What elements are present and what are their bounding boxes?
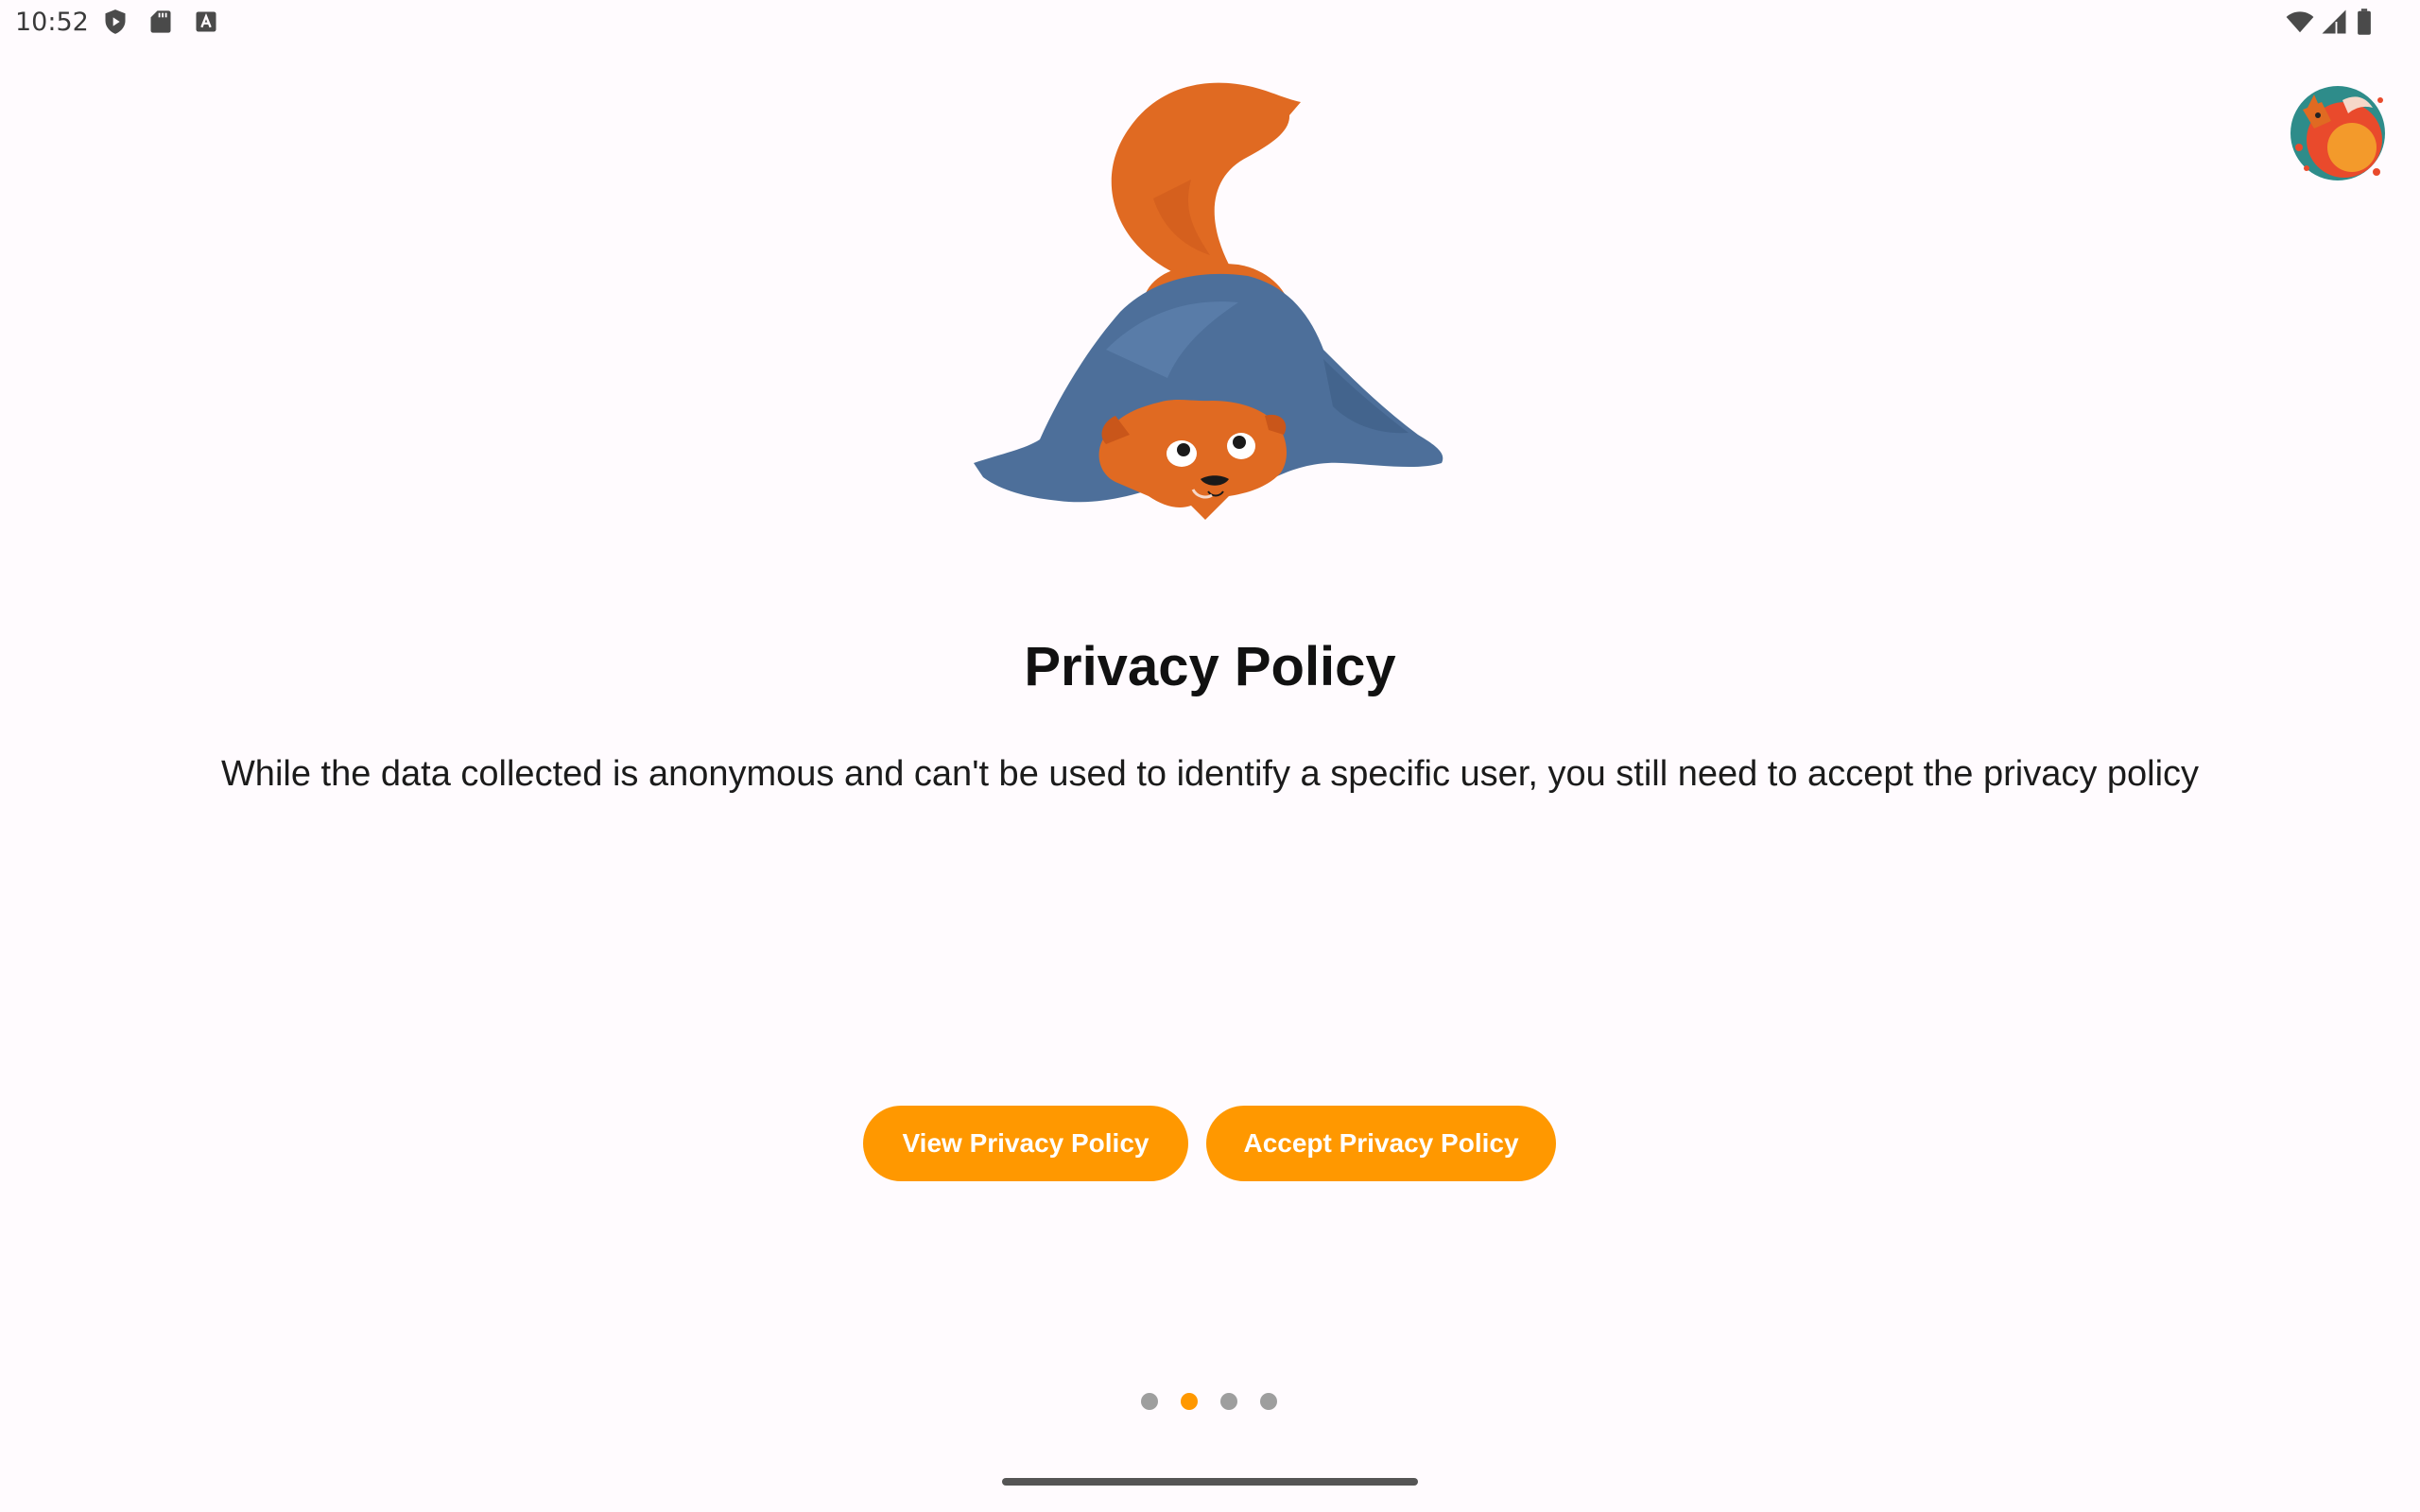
page-dot-4[interactable] [1260,1393,1277,1410]
privacy-description: While the data collected is anonymous an… [220,754,2200,794]
page-dot-1[interactable] [1141,1393,1158,1410]
status-time: 10:52 [15,8,89,37]
accept-privacy-policy-button[interactable]: Accept Privacy Policy [1206,1106,1556,1181]
cell-signal-icon [2320,8,2348,36]
fox-avatar-icon[interactable] [2286,81,2390,185]
wifi-icon [2284,8,2316,36]
view-privacy-policy-button[interactable]: View Privacy Policy [863,1106,1188,1181]
play-protect-icon [102,8,129,36]
page-dot-3[interactable] [1220,1393,1237,1410]
status-bar: 10:52 [0,0,2420,47]
gesture-nav-handle[interactable] [1002,1478,1418,1486]
fox-under-blanket-illustration [964,76,1465,567]
page-title: Privacy Policy [1024,636,1396,697]
page-indicator [0,1393,2420,1410]
onboarding-screen: 10:52 Privacy Policy While the data coll… [0,0,2420,1512]
battery-icon [2354,8,2375,36]
sd-card-icon [147,8,174,36]
page-dot-2-active[interactable] [1181,1393,1198,1410]
keyboard-a-icon [193,8,219,36]
